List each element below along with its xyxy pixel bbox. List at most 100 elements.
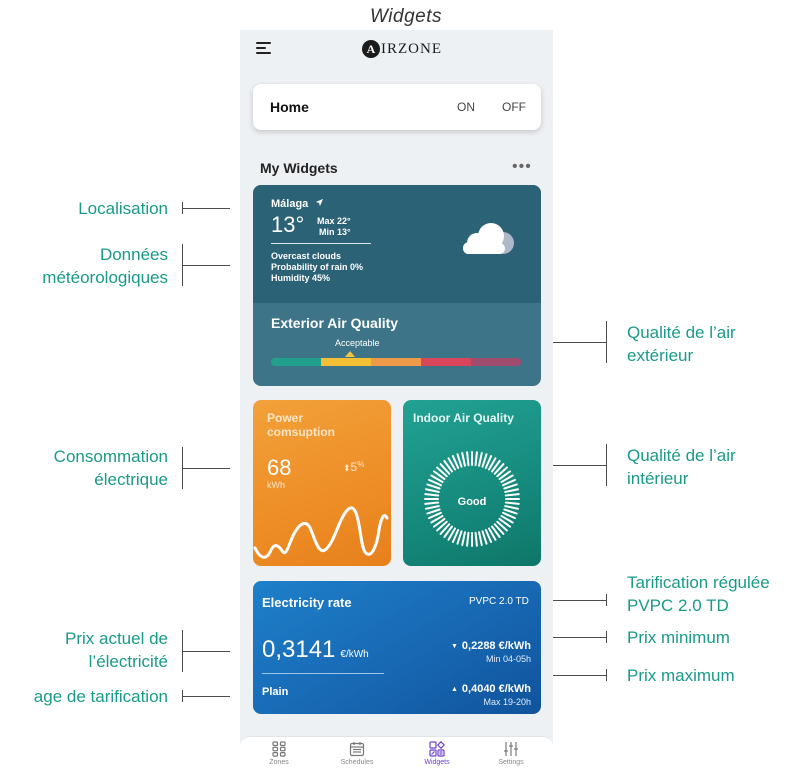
callout-text: Données xyxy=(99,245,168,264)
min-price-value: 0,2288 €/kWh xyxy=(461,640,531,652)
callout-text: l’électricité xyxy=(88,652,168,671)
min-price-time: Min 04-05h xyxy=(485,654,531,664)
tariff-name: PVPC 2.0 TD xyxy=(469,596,529,607)
ring-tick xyxy=(478,531,483,546)
callout-text: Consommation xyxy=(53,447,168,466)
callout-leader xyxy=(182,265,230,266)
app-bar: A IRZONE xyxy=(240,30,553,68)
electricity-rate-widget[interactable]: Electricity rate PVPC 2.0 TD 0,3141 €/kWh… xyxy=(253,581,541,714)
ring-tick xyxy=(504,488,519,493)
menu-icon[interactable] xyxy=(256,42,272,54)
weather-widget[interactable]: Málaga 13° Max 22° Min 13° Overcast clou… xyxy=(253,185,541,386)
price-unit: €/kWh xyxy=(340,649,369,660)
scale-segment-4 xyxy=(421,358,471,366)
humidity: Humidity 45% xyxy=(271,273,331,283)
callout-text: Prix actuel de xyxy=(65,629,168,648)
cloud-icon xyxy=(463,223,514,254)
ring-tick xyxy=(478,452,483,467)
more-options-icon[interactable]: ••• xyxy=(512,158,532,176)
ring-tick xyxy=(503,483,518,490)
callout-regulated-tariff: Tarification régulée PVPC 2.0 TD xyxy=(627,571,770,617)
page-title: Widgets xyxy=(370,6,442,27)
callout-localisation: Localisation xyxy=(78,199,168,218)
callout-leader xyxy=(553,342,607,343)
power-consumption-widget[interactable]: Power comsuption 68 kWh ⬍5% xyxy=(253,400,391,566)
logo-mark: A xyxy=(362,40,380,58)
air-quality-marker xyxy=(345,351,355,357)
current-price: 0,3141 €/kWh xyxy=(262,636,369,664)
indoor-air-title: Indoor Air Quality xyxy=(413,411,514,425)
weather-location: Málaga xyxy=(271,198,324,210)
divider xyxy=(271,243,371,244)
callout-text: intérieur xyxy=(627,469,689,488)
callout-min-price: Prix minimum xyxy=(627,628,730,647)
callout-leader xyxy=(182,208,230,209)
scale-segment-5 xyxy=(471,358,521,366)
ring-tick xyxy=(504,505,519,510)
ring-tick xyxy=(426,508,441,515)
callout-leader xyxy=(182,651,230,652)
callout-interior-air: Qualité de l’air intérieur xyxy=(627,444,736,490)
exterior-air-quality-value: Acceptable xyxy=(335,338,380,348)
home-off-button[interactable]: OFF xyxy=(502,100,526,114)
callout-exterior-air: Qualité de l’air extérieur xyxy=(627,321,736,367)
divider xyxy=(262,673,384,674)
callout-text: Qualité de l’air xyxy=(627,446,736,465)
callout-max-price: Prix maximum xyxy=(627,666,735,685)
ring-tick xyxy=(466,451,470,467)
ring-tick xyxy=(474,451,478,467)
tab-settings[interactable]: Settings xyxy=(476,741,546,766)
callout-text: météorologiques xyxy=(42,268,168,287)
scale-segment-3 xyxy=(371,358,421,366)
tab-schedules[interactable]: Schedules xyxy=(322,741,392,766)
ring-tick xyxy=(504,493,520,497)
home-label: Home xyxy=(270,99,309,115)
min-temperature: Min 13° xyxy=(319,227,351,237)
callout-consumption: Consommation électrique xyxy=(54,445,168,491)
max-price: ▲ 0,4040 €/kWh xyxy=(451,683,531,695)
home-on-button[interactable]: ON xyxy=(457,100,475,114)
indoor-air-status: Good xyxy=(457,496,487,508)
sliders-icon xyxy=(504,742,518,756)
up-down-icon: ⬍ xyxy=(343,463,351,473)
callout-text: électrique xyxy=(94,470,168,489)
phone-screen: A IRZONE Home ON OFF My Widgets ••• Mála… xyxy=(240,30,553,776)
callout-text: Tarification régulée xyxy=(627,573,770,592)
ring-tick xyxy=(426,483,441,490)
ring-tick xyxy=(424,501,440,505)
location-arrow-icon xyxy=(316,198,324,207)
callout-leader xyxy=(553,465,607,466)
tab-label: Zones xyxy=(269,759,289,766)
scale-segment-2 xyxy=(321,358,371,366)
max-temperature: Max 22° xyxy=(317,216,351,226)
current-price-value: 0,3141 xyxy=(262,636,336,663)
callout-tariff-plan: age de tarification xyxy=(33,687,168,706)
ring-tick xyxy=(481,530,488,545)
ring-tick xyxy=(425,488,440,493)
my-widgets-heading: My Widgets xyxy=(260,160,338,176)
grid-icon xyxy=(272,741,286,757)
electricity-title: Electricity rate xyxy=(262,595,352,610)
ring-tick xyxy=(456,453,463,468)
tab-zones[interactable]: Zones xyxy=(244,741,314,766)
city-name: Málaga xyxy=(271,198,309,210)
consumption-wave xyxy=(253,506,389,559)
callout-leader xyxy=(553,637,607,638)
indoor-air-quality-widget[interactable]: Indoor Air Quality Good xyxy=(403,400,541,566)
weather-section: Málaga 13° Max 22° Min 13° Overcast clou… xyxy=(253,185,541,303)
callout-leader xyxy=(182,468,230,469)
calendar-icon xyxy=(349,742,365,757)
callout-current-price: Prix actuel de l’électricité xyxy=(65,627,168,673)
tab-widgets[interactable]: Widgets xyxy=(402,741,472,766)
callout-leader xyxy=(553,600,607,601)
min-price: ▼ 0,2288 €/kWh xyxy=(451,640,531,652)
power-delta-unit: % xyxy=(357,460,365,469)
ring-tick xyxy=(461,531,466,546)
ring-tick xyxy=(425,505,440,510)
ring-tick xyxy=(466,531,470,547)
power-value: 68 xyxy=(267,455,292,480)
ring-tick xyxy=(461,452,466,467)
ring-tick xyxy=(456,530,463,545)
power-delta: ⬍5% xyxy=(343,460,364,474)
air-quality-scale xyxy=(271,358,521,366)
